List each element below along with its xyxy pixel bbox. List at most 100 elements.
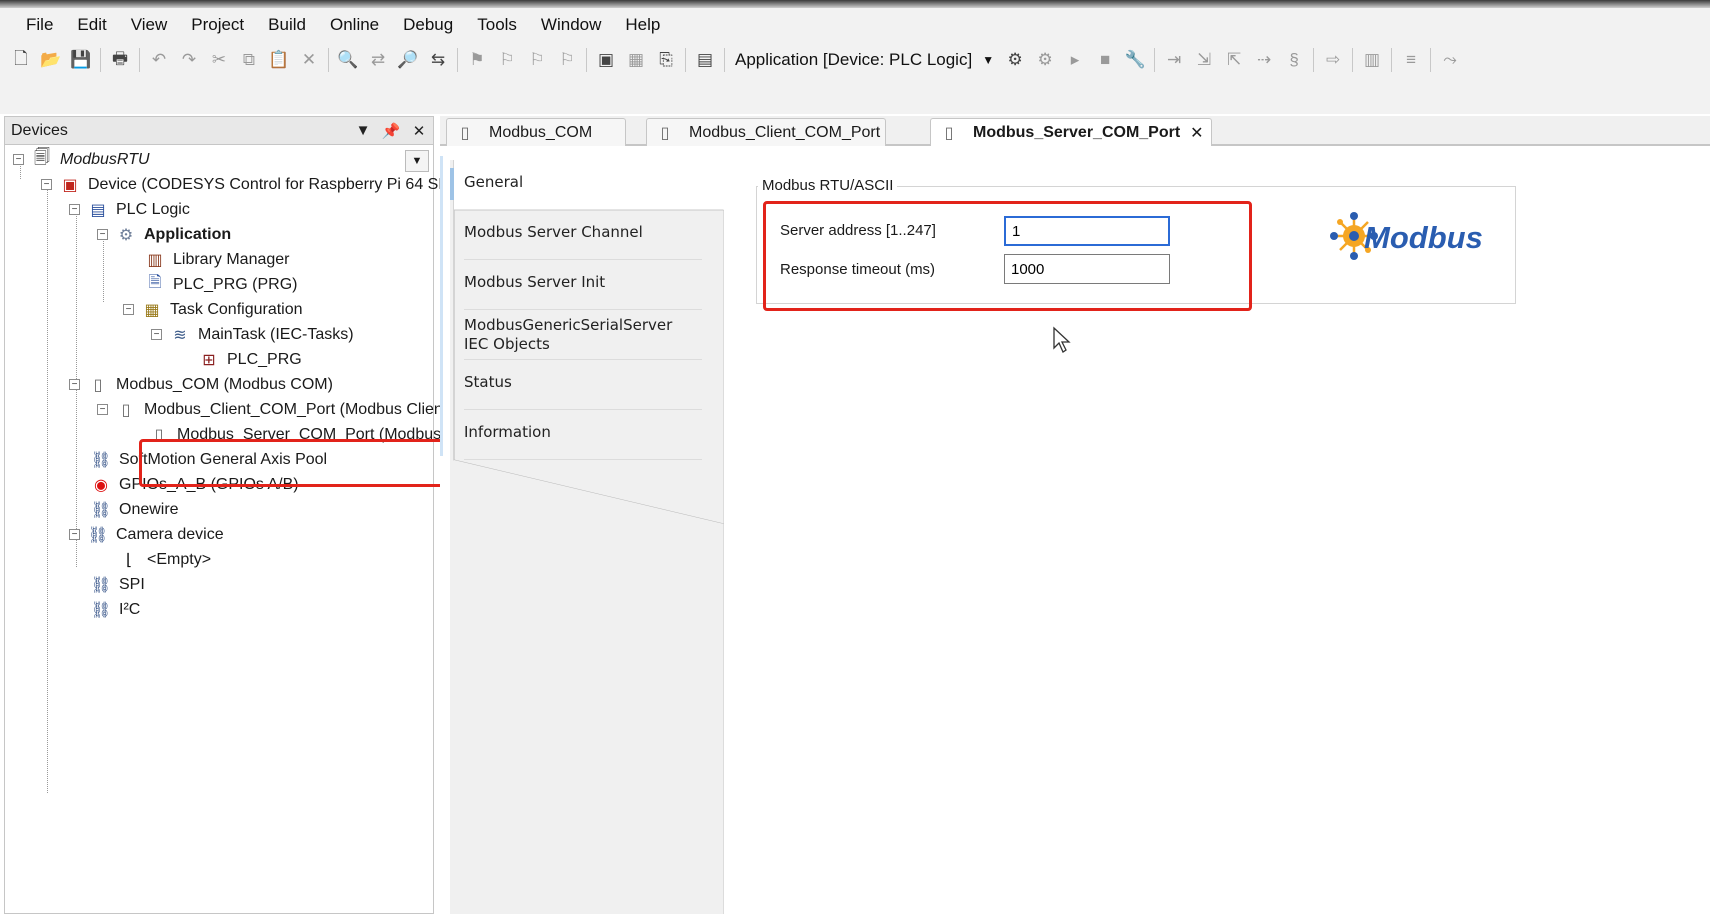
menu-build[interactable]: Build [256, 15, 318, 35]
side-tab-modbus-server-channel[interactable]: Modbus Server Channel [450, 223, 714, 241]
side-tab-information[interactable]: Information [450, 423, 714, 441]
delete-icon[interactable]: ✕ [294, 46, 324, 74]
redo-icon[interactable]: ↷ [174, 46, 204, 74]
menu-project[interactable]: Project [179, 15, 256, 35]
toolbar-separator [1313, 48, 1315, 72]
tree-node-plc-prg[interactable]: 🗎 PLC_PRG (PRG) [145, 272, 298, 297]
collapse-icon[interactable]: − [69, 379, 80, 390]
menu-help[interactable]: Help [613, 15, 672, 35]
collapse-icon[interactable]: − [69, 204, 80, 215]
layout-icon[interactable]: ▦ [621, 46, 651, 74]
step-over-icon[interactable]: ⇥ [1159, 46, 1189, 74]
toolbar-separator [586, 48, 587, 72]
force-values-icon[interactable]: ≡ [1396, 46, 1426, 74]
tab-label: Modbus_Client_COM_Port [689, 123, 881, 141]
export-icon[interactable]: ⎘ [651, 46, 681, 74]
collapse-icon[interactable]: − [13, 154, 24, 165]
tree-node-modbus-client-com-port[interactable]: − ▯ Modbus_Client_COM_Port (Modbus Clien… [97, 397, 447, 422]
open-folder-icon[interactable]: 📂 [36, 46, 66, 74]
step-out-icon[interactable]: ⇱ [1219, 46, 1249, 74]
reset-tools-icon[interactable]: 🔧 [1120, 46, 1150, 74]
menu-debug[interactable]: Debug [391, 15, 465, 35]
start-icon[interactable]: ▸ [1060, 46, 1090, 74]
bookmark-icon[interactable]: ⚑ [462, 46, 492, 74]
tree-node-onewire[interactable]: ⛓ Onewire [91, 497, 179, 522]
window-icon[interactable]: ▣ [591, 46, 621, 74]
modbus-port-icon: ▯ [121, 401, 131, 419]
menu-online[interactable]: Online [318, 15, 391, 35]
find-icon[interactable]: 🔍 [333, 46, 363, 74]
tree-node-plc-prg-call[interactable]: ⊞ PLC_PRG [199, 347, 302, 372]
tree-node-library-manager[interactable]: ▥ Library Manager [145, 247, 289, 272]
tree-node-task-configuration[interactable]: − ▦ Task Configuration [123, 297, 303, 322]
menu-file[interactable]: File [14, 15, 65, 35]
tab-modbus-client-com-port[interactable]: ▯ Modbus_Client_COM_Port [646, 118, 886, 146]
tree-node-label: PLC_PRG [227, 350, 302, 368]
copy-icon[interactable]: ⧉ [234, 46, 264, 74]
tree-node-modbus-com[interactable]: − ▯ Modbus_COM (Modbus COM) [69, 372, 333, 397]
collapse-icon[interactable]: − [151, 329, 162, 340]
axis-pool-icon: ⛓ [90, 451, 112, 469]
paste-icon[interactable]: 📋 [264, 46, 294, 74]
close-tab-icon[interactable]: ✕ [1190, 123, 1203, 143]
active-application-selector[interactable]: Application [Device: PLC Logic] ▼ [729, 46, 1000, 74]
task-icon: ≋ [173, 326, 187, 344]
toolbar-separator [724, 48, 725, 72]
modbus-port-icon: ▯ [660, 124, 670, 142]
tree-node-application[interactable]: − ⚙ Application [97, 222, 231, 247]
cut-icon[interactable]: ✂ [204, 46, 234, 74]
project-icon: 🗐 [34, 149, 50, 166]
tree-node-empty-slot[interactable]: ⌊ <Empty> [119, 547, 211, 572]
collapse-icon[interactable]: − [97, 404, 108, 415]
tab-modbus-com[interactable]: ▯ Modbus_COM [446, 118, 626, 146]
tree-node-i2c[interactable]: ⛓ I²C [91, 597, 140, 622]
menu-view[interactable]: View [119, 15, 180, 35]
print-icon[interactable]: 🖶 [105, 46, 135, 74]
devices-panel: Devices ▼ 📌 ✕ ▼ − 🗐 ModbusRTU − ▣ Device… [4, 116, 453, 914]
show-next-statement-icon[interactable]: ⇨ [1318, 46, 1348, 74]
save-icon[interactable]: 💾 [66, 46, 96, 74]
collapse-icon[interactable]: − [97, 229, 108, 240]
collapse-icon[interactable]: − [123, 304, 134, 315]
library-manager-icon: ▥ [147, 251, 163, 269]
tree-node-spi[interactable]: ⛓ SPI [91, 572, 145, 597]
new-project-icon[interactable]: 🗋 [6, 46, 36, 74]
replace-icon[interactable]: ⇄ [363, 46, 393, 74]
menu-window[interactable]: Window [529, 15, 613, 35]
logout-icon[interactable]: ⚙ [1030, 46, 1060, 74]
tree-node-plc-logic[interactable]: − ▤ PLC Logic [69, 197, 190, 222]
pin-icon[interactable]: 📌 [377, 122, 405, 140]
menu-bar: File Edit View Project Build Online Debu… [0, 8, 1710, 42]
replace-in-project-icon[interactable]: ⇆ [423, 46, 453, 74]
login-icon[interactable]: ⚙ [1000, 46, 1030, 74]
side-tab-general[interactable]: General [450, 173, 714, 191]
main-toolbar: 🗋 📂 💾 🖶 ↶ ↷ ✂ ⧉ 📋 ✕ 🔍 ⇄ 🔎 ⇆ ⚑ ⚐ ⚐ ⚐ ▣ ▦ … [0, 42, 1710, 78]
side-tab-status[interactable]: Status [450, 373, 714, 391]
tab-modbus-server-com-port[interactable]: ▯ Modbus_Server_COM_Port ✕ [930, 118, 1212, 146]
tree-node-main-task[interactable]: − ≋ MainTask (IEC-Tasks) [151, 322, 354, 347]
tree-dropdown-button[interactable]: ▼ [405, 150, 429, 172]
stop-icon[interactable]: ■ [1090, 46, 1120, 74]
calendar-icon[interactable]: ▤ [690, 46, 720, 74]
tree-node-camera-device[interactable]: − ⛓ Camera device [69, 522, 224, 547]
undo-icon[interactable]: ↶ [144, 46, 174, 74]
tree-node-project[interactable]: − 🗐 ModbusRTU [13, 147, 150, 172]
menu-tools[interactable]: Tools [465, 15, 529, 35]
close-icon[interactable]: ✕ [405, 122, 433, 140]
panel-menu-icon[interactable]: ▼ [349, 122, 377, 139]
collapse-icon[interactable]: − [69, 529, 80, 540]
collapse-icon[interactable]: − [41, 179, 52, 190]
step-into-icon[interactable]: ⇲ [1189, 46, 1219, 74]
bookmark-prev-icon[interactable]: ⚐ [492, 46, 522, 74]
menu-edit[interactable]: Edit [65, 15, 118, 35]
find-in-project-icon[interactable]: 🔎 [393, 46, 423, 74]
write-values-icon[interactable]: ▥ [1357, 46, 1387, 74]
bookmark-next-icon[interactable]: ⚐ [522, 46, 552, 74]
side-tab-modbus-server-init[interactable]: Modbus Server Init [450, 273, 714, 291]
tree-node-device[interactable]: − ▣ Device (CODESYS Control for Raspberr… [41, 172, 453, 197]
run-to-cursor-icon[interactable]: ⇢ [1249, 46, 1279, 74]
side-tab-iec-objects[interactable]: ModbusGenericSerialServer IEC Objects [450, 316, 694, 354]
unforce-values-icon[interactable]: ⤳ [1435, 46, 1465, 74]
breakpoint-icon[interactable]: § [1279, 46, 1309, 74]
bookmark-clear-icon[interactable]: ⚐ [552, 46, 582, 74]
